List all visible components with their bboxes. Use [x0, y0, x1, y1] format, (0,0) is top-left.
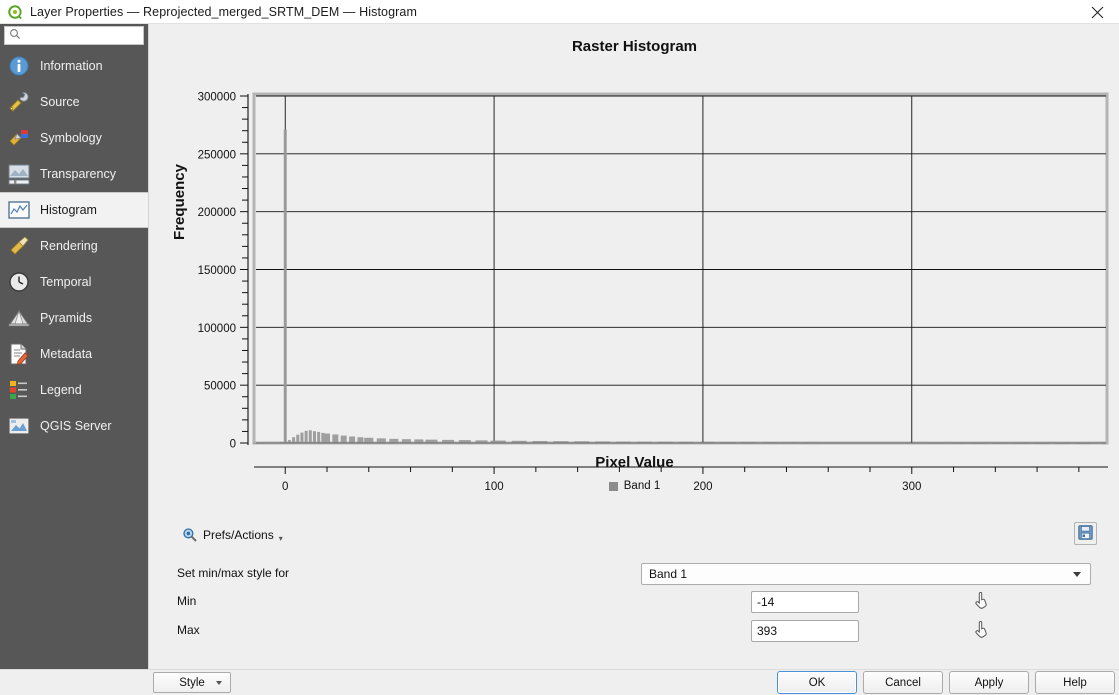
title-bar: Layer Properties — Reprojected_merged_SR…	[0, 0, 1119, 24]
search-icon	[9, 28, 21, 43]
chevron-down-icon	[216, 681, 222, 685]
source-icon	[6, 89, 32, 115]
sidebar-item-label: Histogram	[40, 203, 97, 217]
controls-section: Prefs/Actions ▾ Set min/max style for Ba…	[149, 519, 1119, 674]
prefs-actions-label: Prefs/Actions	[203, 528, 274, 542]
sidebar-item-label: QGIS Server	[40, 419, 112, 433]
minmax-style-label: Set min/max style for	[177, 566, 290, 580]
sidebar-item-label: Source	[40, 95, 80, 109]
window-title: Layer Properties — Reprojected_merged_SR…	[30, 4, 417, 19]
help-button[interactable]: Help	[1035, 671, 1115, 694]
sidebar-item-label: Pyramids	[40, 311, 93, 325]
max-row: Max	[149, 620, 1119, 644]
pyramids-icon	[6, 305, 32, 331]
sidebar-item-label: Legend	[40, 383, 82, 397]
main-panel: Raster Histogram 0 100 200 300 0 50000 100000…	[148, 24, 1119, 669]
ok-button[interactable]: OK	[777, 671, 857, 694]
transparency-icon	[6, 161, 32, 187]
sidebar-item-label: Rendering	[40, 239, 98, 253]
sidebar-item-temporal[interactable]: Temporal	[0, 264, 148, 300]
search-input[interactable]	[21, 28, 133, 43]
style-button[interactable]: Style	[153, 672, 231, 693]
svg-text:0: 0	[230, 439, 236, 451]
svg-text:150000: 150000	[198, 265, 236, 277]
ok-button-label: OK	[808, 676, 826, 689]
legend-swatch	[608, 481, 618, 491]
sidebar-item-information[interactable]: Information	[0, 48, 148, 84]
histogram-canvas: 0 100 200 300 05000010000015000020000025000…	[198, 92, 1109, 493]
svg-text:250000: 250000	[198, 149, 236, 161]
max-picker-button[interactable]	[969, 619, 993, 643]
y-axis-label: Frequency	[171, 164, 188, 240]
information-icon	[6, 53, 32, 79]
sidebar-item-label: Metadata	[40, 347, 93, 361]
svg-text:300000: 300000	[198, 92, 236, 104]
sidebar-item-legend[interactable]: Legend	[0, 372, 148, 408]
sidebar-item-pyramids[interactable]: Pyramids	[0, 300, 148, 336]
sidebar-item-label: Symbology	[40, 131, 102, 145]
y-axis: 0 50000 100000 150000 200000 250000 300000	[198, 92, 249, 451]
sidebar-item-qgis-server[interactable]: QGIS Server	[0, 408, 148, 444]
qgis-logo-icon	[7, 4, 23, 20]
chart-legend: Band 1	[149, 480, 1119, 492]
minmax-style-row: Set min/max style for Band 1	[149, 563, 1119, 587]
close-window-button[interactable]	[1075, 0, 1119, 24]
legend-icon	[6, 377, 32, 403]
magnifier-prefs-icon	[182, 527, 198, 543]
chevron-down-icon: ▾	[278, 533, 283, 543]
symbology-icon	[6, 125, 32, 151]
cancel-button[interactable]: Cancel	[863, 671, 943, 694]
pointer-hand-icon	[973, 591, 990, 613]
sidebar-item-symbology[interactable]: Symbology	[0, 120, 148, 156]
min-label: Min	[177, 594, 197, 608]
chevron-down-icon	[1073, 572, 1081, 577]
temporal-icon	[6, 269, 32, 295]
min-row: Min	[149, 591, 1119, 615]
min-picker-button[interactable]	[969, 590, 993, 614]
sidebar-item-metadata[interactable]: Metadata	[0, 336, 148, 372]
max-label: Max	[177, 623, 200, 637]
qgis-server-icon	[6, 413, 32, 439]
sidebar-search-wrapper	[0, 24, 148, 48]
apply-button-label: Apply	[974, 676, 1004, 689]
save-floppy-icon	[1078, 524, 1093, 543]
histogram-icon	[6, 197, 32, 223]
svg-text:200000: 200000	[198, 207, 236, 219]
band-select[interactable]: Band 1	[641, 563, 1091, 585]
sidebar-item-label: Transparency	[40, 167, 116, 181]
histogram-plot: Raster Histogram 0 100 200 300 0 50000 100000…	[149, 24, 1119, 494]
max-input[interactable]	[751, 620, 859, 642]
apply-button[interactable]: Apply	[949, 671, 1029, 694]
svg-text:50000: 50000	[204, 381, 236, 393]
sidebar-item-source[interactable]: Source	[0, 84, 148, 120]
rendering-icon	[6, 233, 32, 259]
search-box[interactable]	[4, 26, 144, 45]
cancel-button-label: Cancel	[885, 676, 921, 689]
band-select-value: Band 1	[649, 567, 688, 581]
dialog-button-bar: Style OK Cancel Apply Help	[0, 669, 1119, 695]
sidebar-item-histogram[interactable]: Histogram	[0, 192, 148, 228]
help-button-label: Help	[1063, 676, 1087, 689]
min-input[interactable]	[751, 591, 859, 613]
metadata-icon	[6, 341, 32, 367]
prefs-actions-button[interactable]: Prefs/Actions ▾	[182, 527, 283, 543]
x-axis-label: Pixel Value	[595, 454, 674, 471]
sidebar-item-transparency[interactable]: Transparency	[0, 156, 148, 192]
pointer-hand-icon	[973, 620, 990, 642]
sidebar-item-rendering[interactable]: Rendering	[0, 228, 148, 264]
svg-text:100000: 100000	[198, 323, 236, 335]
legend-label: Band 1	[623, 480, 661, 492]
save-histogram-button[interactable]	[1074, 522, 1097, 545]
sidebar: Information Source Symbology Transparenc…	[0, 24, 148, 669]
sidebar-item-label: Temporal	[40, 275, 92, 289]
sidebar-item-label: Information	[40, 59, 103, 73]
style-button-label: Style	[179, 676, 205, 689]
sidebar-nav-list: Information Source Symbology Transparenc…	[0, 48, 148, 444]
